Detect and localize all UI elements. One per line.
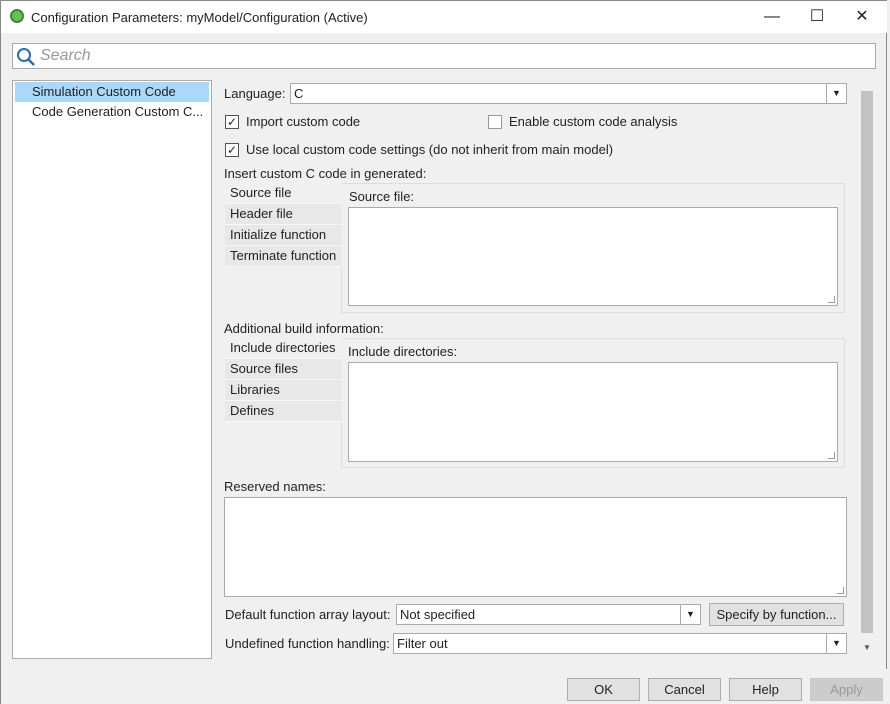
apply-button[interactable]: Apply <box>810 678 883 701</box>
build-section-label: Additional build information: <box>224 321 384 336</box>
close-button[interactable]: ✕ <box>847 5 877 29</box>
search-placeholder: Search <box>40 47 91 64</box>
array-layout-select[interactable]: Not specified ▼ <box>396 604 701 625</box>
include-directories-label: Include directories: <box>348 344 458 359</box>
tab-terminate-function[interactable]: Terminate function <box>225 246 342 267</box>
scrollbar-thumb[interactable] <box>861 91 873 633</box>
tab-include-directories[interactable]: Include directories <box>225 338 342 359</box>
tab-defines[interactable]: Defines <box>225 401 342 422</box>
help-button[interactable]: Help <box>729 678 802 701</box>
tab-source-files[interactable]: Source files <box>225 359 342 380</box>
use-local-settings-checkbox[interactable]: ✓ <box>225 143 239 157</box>
tab-initialize-function[interactable]: Initialize function <box>225 225 342 246</box>
undefined-handling-select[interactable]: Filter out ▼ <box>393 633 847 654</box>
dialog-window: Configuration Parameters: myModel/Config… <box>0 0 887 704</box>
minimize-button[interactable]: — <box>757 5 787 29</box>
source-file-textarea[interactable] <box>348 207 838 306</box>
use-local-settings-label: Use local custom code settings (do not i… <box>246 142 614 157</box>
language-select[interactable]: C ▼ <box>290 83 847 104</box>
maximize-button[interactable]: ☐ <box>802 5 832 29</box>
vertical-scrollbar[interactable]: ▼ <box>859 81 875 659</box>
enable-analysis-checkbox[interactable] <box>488 115 502 129</box>
array-layout-value: Not specified <box>400 607 476 622</box>
app-gear-icon <box>10 9 24 23</box>
language-value: C <box>294 86 304 101</box>
search-input[interactable]: Search <box>12 43 876 69</box>
tree-item-code-generation-custom-code[interactable]: Code Generation Custom C... <box>15 102 209 122</box>
tab-source-file[interactable]: Source file <box>225 183 342 204</box>
enable-analysis-label: Enable custom code analysis <box>509 114 678 129</box>
tree-item-simulation-custom-code[interactable]: Simulation Custom Code <box>15 82 209 102</box>
chevron-down-icon: ▼ <box>826 84 846 103</box>
language-label: Language: <box>224 86 286 101</box>
source-file-label: Source file: <box>349 189 415 204</box>
array-layout-label: Default function array layout: <box>225 607 391 622</box>
include-directories-textarea[interactable] <box>348 362 838 462</box>
window-title: Configuration Parameters: myModel/Config… <box>31 10 368 25</box>
search-icon <box>17 48 35 66</box>
cancel-button[interactable]: Cancel <box>648 678 721 701</box>
chevron-down-icon: ▼ <box>680 605 700 624</box>
reserved-names-textarea[interactable] <box>224 497 847 597</box>
import-custom-code-label: Import custom code <box>246 114 361 129</box>
undefined-handling-label: Undefined function handling: <box>225 636 390 651</box>
reserved-names-label: Reserved names: <box>224 479 326 494</box>
title-bar: Configuration Parameters: myModel/Config… <box>1 1 887 33</box>
insert-section-label: Insert custom C code in generated: <box>224 166 427 181</box>
tab-libraries[interactable]: Libraries <box>225 380 342 401</box>
scroll-down-arrow-icon[interactable]: ▼ <box>859 643 875 652</box>
import-custom-code-checkbox[interactable]: ✓ <box>225 115 239 129</box>
specify-by-function-button[interactable]: Specify by function... <box>709 603 844 626</box>
category-tree: Simulation Custom Code Code Generation C… <box>12 80 212 659</box>
undefined-handling-value: Filter out <box>397 636 448 651</box>
ok-button[interactable]: OK <box>567 678 640 701</box>
chevron-down-icon: ▼ <box>826 634 846 653</box>
tab-header-file[interactable]: Header file <box>225 204 342 225</box>
